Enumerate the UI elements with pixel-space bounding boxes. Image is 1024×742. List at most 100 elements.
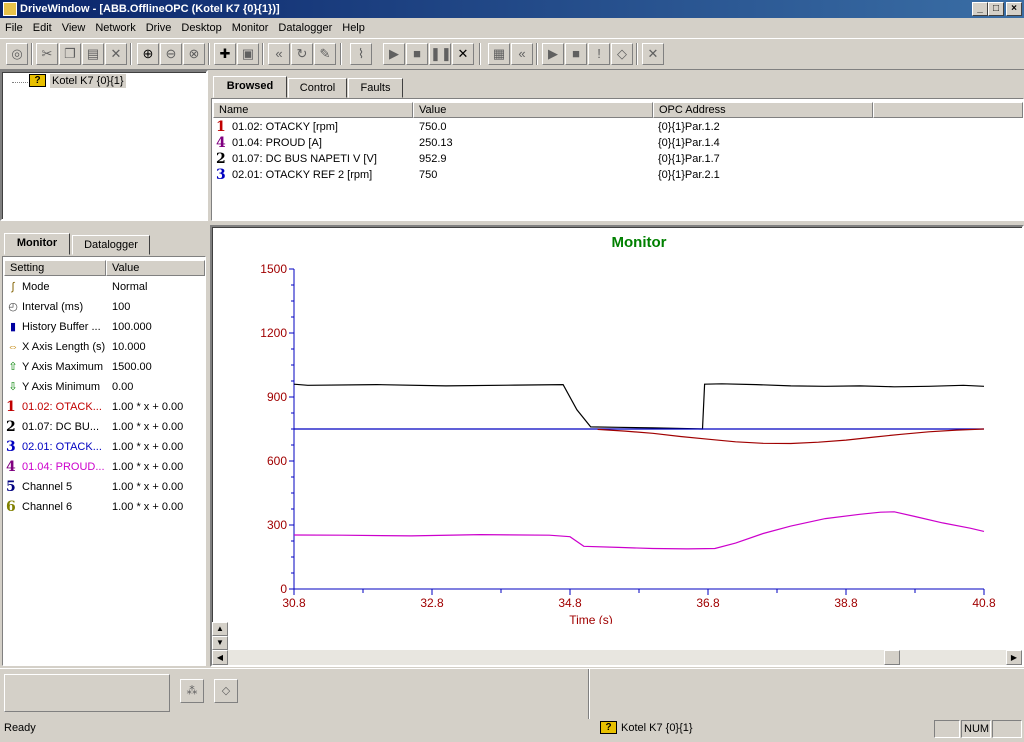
column-value[interactable]: Value xyxy=(413,102,653,118)
rewind-icon[interactable]: « xyxy=(268,43,290,65)
window-title: DriveWindow - [ABB.OfflineOPC (Kotel K7 … xyxy=(20,3,280,15)
column-name[interactable]: Name xyxy=(213,102,413,118)
column-opc-address[interactable]: OPC Address xyxy=(653,102,873,118)
setting-row[interactable]: 1 01.02: OTACK... 1.00 * x + 0.00 xyxy=(4,399,204,415)
monitor-chart[interactable]: Monitor 0 300 600 900 1200 1500 30.8 32.8 34.8 36.… xyxy=(214,229,1014,624)
menu-monitor[interactable]: Monitor xyxy=(227,18,274,38)
setting-row[interactable]: ⇔ X Axis Length (s) 10.000 xyxy=(4,339,204,355)
tab-browsed[interactable]: Browsed xyxy=(213,76,287,98)
cut-icon[interactable]: ✂ xyxy=(36,43,58,65)
status-bar: Ready ? Kotel K7 {0}{1} NUM xyxy=(0,718,1024,742)
zoom-in-icon[interactable]: ⊕ xyxy=(137,43,159,65)
tree-item-kotel[interactable]: Kotel K7 {0}{1} xyxy=(50,74,126,88)
scroll-up-button[interactable]: ▲ xyxy=(212,622,228,636)
y-tick-label: 1200 xyxy=(260,326,287,340)
menu-view[interactable]: View xyxy=(57,18,91,38)
setting-value: 100 xyxy=(112,301,131,313)
setting-row[interactable]: 6 Channel 6 1.00 * x + 0.00 xyxy=(4,499,204,515)
copy-icon[interactable]: ❐ xyxy=(59,43,81,65)
scroll-right-button[interactable]: ▶ xyxy=(1006,650,1022,665)
zoom-out-icon[interactable]: ⊖ xyxy=(160,43,182,65)
tab-monitor[interactable]: Monitor xyxy=(4,233,70,255)
setting-label: Channel 5 xyxy=(22,481,73,493)
stop-icon[interactable]: ■ xyxy=(406,43,428,65)
drive-icon: ? xyxy=(29,74,46,87)
table-row[interactable]: 4 01.04: PROUD [A] 250.13 {0}{1}Par.1.4 xyxy=(213,135,1023,151)
setting-row[interactable]: 2 01.07: DC BU... 1.00 * x + 0.00 xyxy=(4,419,204,435)
edit-icon[interactable]: ✎ xyxy=(314,43,336,65)
setting-row[interactable]: ◴ Interval (ms) 100 xyxy=(4,299,204,315)
menu-help[interactable]: Help xyxy=(337,18,370,38)
close-button[interactable]: × xyxy=(1006,2,1022,16)
x-tick-label: 40.8 xyxy=(972,596,996,610)
parameter-name: 02.01: OTACKY REF 2 [rpm] xyxy=(232,169,373,181)
paste-icon[interactable]: ▤ xyxy=(82,43,104,65)
setting-value: 0.00 xyxy=(112,381,134,393)
menu-datalogger[interactable]: Datalogger xyxy=(273,18,337,38)
x-tick-label: 36.8 xyxy=(696,596,720,610)
x-tick-label: 34.8 xyxy=(558,596,582,610)
logger-clear-icon[interactable]: ✕ xyxy=(642,43,664,65)
tab-control[interactable]: Control xyxy=(288,78,347,98)
toolbar: ◎ ✂ ❐ ▤ ✕ ⊕ ⊖ ⊗ ✚ ▣ « ↻ ✎ ⌇ ▶ ■ ❚❚ ✕ ▦ «… xyxy=(0,38,1024,70)
series-line-4 xyxy=(293,511,985,550)
drive-tree: ? Kotel K7 {0}{1} xyxy=(0,70,208,221)
upload-icon[interactable]: « xyxy=(511,43,533,65)
menu-drive[interactable]: Drive xyxy=(141,18,177,38)
eraser-icon[interactable]: ◇ xyxy=(611,43,633,65)
scroll-down-button[interactable]: ▼ xyxy=(212,636,228,650)
refresh-icon[interactable]: ↻ xyxy=(291,43,313,65)
parameter-opc-address: {0}{1}Par.1.2 xyxy=(658,121,720,133)
tree-line xyxy=(12,82,30,83)
chart-icon[interactable]: ⌇ xyxy=(350,43,372,65)
arrows-icon: ⇔ xyxy=(7,341,19,353)
setting-value: 100.000 xyxy=(112,321,152,333)
play-icon[interactable]: ▶ xyxy=(383,43,405,65)
horizontal-scrollbar[interactable]: ◀ ▶ xyxy=(212,650,1022,665)
delete-icon[interactable]: ✕ xyxy=(105,43,127,65)
pause-icon[interactable]: ❚❚ xyxy=(429,43,452,65)
scroll-left-button[interactable]: ◀ xyxy=(212,650,228,665)
zoom-fit-icon[interactable]: ⊗ xyxy=(183,43,205,65)
lock-icon[interactable]: ▣ xyxy=(237,43,259,65)
toolbar-separator xyxy=(130,43,132,65)
setting-row[interactable]: ⇩ Y Axis Minimum 0.00 xyxy=(4,379,204,395)
column-setting-value[interactable]: Value xyxy=(106,260,205,276)
minimize-button[interactable]: _ xyxy=(972,2,988,16)
trigger-icon[interactable]: ! xyxy=(588,43,610,65)
clear-icon[interactable]: ✕ xyxy=(452,43,474,65)
setting-row[interactable]: ▮ History Buffer ... 100.000 xyxy=(4,319,204,335)
tab-faults[interactable]: Faults xyxy=(348,78,403,98)
tab-datalogger[interactable]: Datalogger xyxy=(72,235,150,255)
down-arrow-icon: ⇩ xyxy=(8,381,18,393)
bottom-tool-button-1[interactable]: ⁂ xyxy=(180,679,204,703)
menu-network[interactable]: Network xyxy=(90,18,140,38)
logger-stop-icon[interactable]: ■ xyxy=(565,43,587,65)
table-row[interactable]: 3 02.01: OTACKY REF 2 [rpm] 750 {0}{1}Par.2… xyxy=(213,167,1023,183)
setting-value: 1.00 * x + 0.00 xyxy=(112,461,184,473)
column-setting[interactable]: Setting xyxy=(4,260,106,276)
channel-number: 4 xyxy=(6,459,16,475)
menu-desktop[interactable]: Desktop xyxy=(176,18,226,38)
setting-row[interactable]: ∫ Mode Normal xyxy=(4,279,204,295)
channel-number: 1 xyxy=(216,119,226,135)
setting-row[interactable]: 5 Channel 5 1.00 * x + 0.00 xyxy=(4,479,204,495)
logger-icon[interactable]: ▦ xyxy=(488,43,510,65)
new-icon[interactable]: ✚ xyxy=(214,43,236,65)
setting-row[interactable]: 3 02.01: OTACK... 1.00 * x + 0.00 xyxy=(4,439,204,455)
scroll-thumb[interactable] xyxy=(884,650,900,665)
parameter-opc-address: {0}{1}Par.1.7 xyxy=(658,153,720,165)
logger-play-icon[interactable]: ▶ xyxy=(542,43,564,65)
table-row[interactable]: 1 01.02: OTACKY [rpm] 750.0 {0}{1}Par.1.2 xyxy=(213,119,1023,135)
network-icon[interactable]: ◎ xyxy=(6,43,28,65)
setting-row[interactable]: ⇧ Y Axis Maximum 1500.00 xyxy=(4,359,204,375)
table-row[interactable]: 2 01.07: DC BUS NAPETI V [V] 952.9 {0}{1}Pa… xyxy=(213,151,1023,167)
menu-edit[interactable]: Edit xyxy=(28,18,57,38)
book-icon: ▮ xyxy=(9,321,17,333)
setting-row[interactable]: 4 01.04: PROUD... 1.00 * x + 0.00 xyxy=(4,459,204,475)
menu-file[interactable]: File xyxy=(0,18,28,38)
y-tick-label: 300 xyxy=(267,518,287,532)
maximize-button[interactable]: □ xyxy=(988,2,1004,16)
bottom-tool-button-2[interactable]: ◇ xyxy=(214,679,238,703)
y-tick-label: 600 xyxy=(267,454,287,468)
